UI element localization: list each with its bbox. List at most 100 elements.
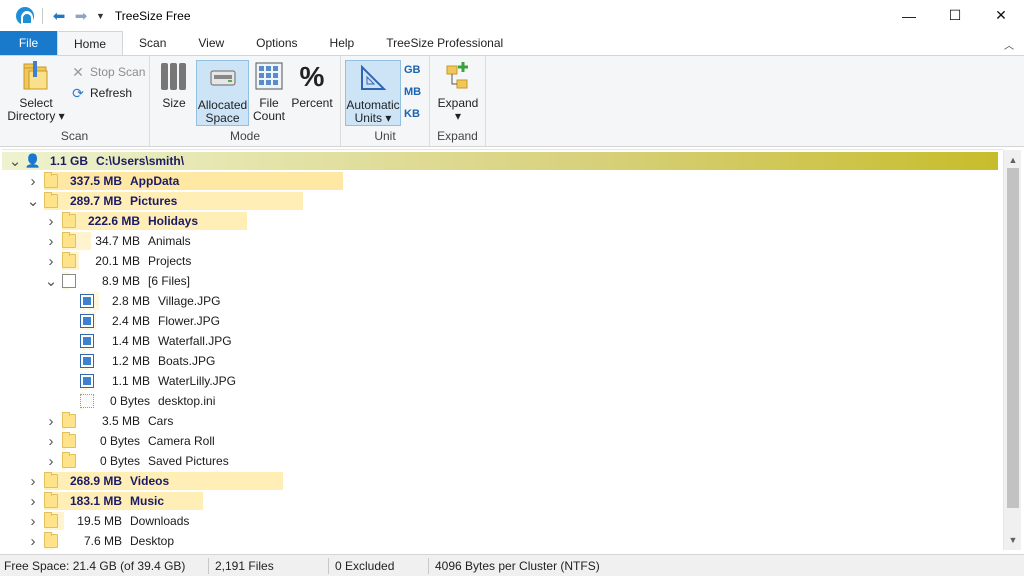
percent-button[interactable]: % Percent (291, 59, 333, 110)
tree-row[interactable]: › 183.1 MB Music (2, 491, 1003, 511)
item-size: 34.7 MB (95, 234, 140, 248)
tree-row-text: 1.4 MB Waterfall.JPG (100, 334, 232, 348)
directory-tree[interactable]: ⌄ 👤 1.1 GB C:\Users\smith\ › 337.5 MB AppData ⌄… (2, 149, 1003, 551)
tree-row-text: 8.9 MB [6 Files] (82, 274, 190, 288)
item-name: Saved Pictures (148, 454, 229, 468)
treesize-app-icon[interactable] (16, 6, 34, 25)
chevron-right-icon[interactable]: › (26, 173, 40, 190)
chevron-right-icon[interactable]: › (26, 533, 40, 550)
back-arrow-icon[interactable]: ⬅ (49, 7, 69, 25)
tree-row[interactable]: › 222.6 MB Holidays (2, 211, 1003, 231)
tree-row[interactable]: 1.1 MB WaterLilly.JPG (2, 371, 1003, 391)
tree-row[interactable]: ⌄ 👤 1.1 GB C:\Users\smith\ (2, 151, 1003, 171)
tree-row[interactable]: › 0 Bytes Saved Pictures (2, 451, 1003, 471)
tree-row-text: 268.9 MB Videos (64, 474, 169, 488)
minimize-button[interactable]: — (886, 0, 932, 31)
item-size: 2.4 MB (111, 314, 150, 328)
stop-scan-button[interactable]: ✕ Stop Scan (70, 64, 145, 80)
tree-row[interactable]: › 34.7 MB Animals (2, 231, 1003, 251)
folder-icon (62, 412, 76, 428)
refresh-button[interactable]: ⟳ Refresh (70, 85, 132, 101)
tab-file[interactable]: File (0, 31, 57, 55)
chevron-right-icon[interactable]: › (44, 453, 58, 470)
quick-access-dropdown-icon[interactable]: ▼ (96, 11, 105, 21)
tree-row-text: 0 Bytes Camera Roll (82, 434, 215, 448)
item-size: 222.6 MB (87, 214, 140, 228)
unit-kb-button[interactable]: KB (404, 108, 420, 120)
tree-row-text: 1.1 GB C:\Users\smith\ (50, 154, 184, 168)
chevron-right-icon[interactable]: › (44, 213, 58, 230)
tree-row-text: 20.1 MB Projects (82, 254, 191, 268)
item-name: desktop.ini (158, 394, 216, 408)
file-count-button[interactable]: File Count (253, 59, 285, 123)
percent-label: Percent (291, 96, 333, 110)
scroll-down-icon[interactable]: ▼ (1004, 532, 1022, 548)
chevron-right-icon[interactable]: › (26, 513, 40, 530)
size-mode-button[interactable]: Size (158, 59, 190, 110)
tree-row[interactable]: › 7.6 MB Desktop (2, 531, 1003, 551)
scrollbar-thumb[interactable] (1007, 168, 1019, 508)
tree-row[interactable]: 1.2 MB Boats.JPG (2, 351, 1003, 371)
tree-row[interactable]: › 19.5 MB Downloads (2, 511, 1003, 531)
tree-row[interactable]: 0 Bytes desktop.ini (2, 391, 1003, 411)
chevron-right-icon[interactable]: › (26, 473, 40, 490)
tree-row[interactable]: 2.8 MB Village.JPG (2, 291, 1003, 311)
maximize-button[interactable]: ☐ (932, 0, 978, 31)
settings-file-icon (80, 394, 94, 408)
tree-row[interactable]: › 268.9 MB Videos (2, 471, 1003, 491)
tab-treesize-professional[interactable]: TreeSize Professional (370, 31, 519, 55)
allocated-space-label-2: Space (205, 111, 240, 125)
tree-row[interactable]: 1.4 MB Waterfall.JPG (2, 331, 1003, 351)
refresh-label: Refresh (90, 86, 133, 100)
chevron-right-icon[interactable]: › (44, 253, 58, 270)
file-count-label-2: Count (252, 109, 286, 123)
tree-row[interactable]: › 3.5 MB Cars (2, 411, 1003, 431)
bars-icon (158, 59, 190, 93)
unit-mb-button[interactable]: MB (404, 86, 421, 98)
item-size: 0 Bytes (109, 394, 150, 408)
automatic-units-label-2: Units ▾ (354, 111, 392, 125)
chevron-right-icon[interactable]: › (44, 233, 58, 250)
item-size: 2.8 MB (111, 294, 150, 308)
tree-row[interactable]: › 20.1 MB Projects (2, 251, 1003, 271)
scan-group: Select Directory ▾ ✕ Stop Scan ⟳ Refresh… (0, 56, 150, 146)
allocated-space-button[interactable]: Allocated Space (196, 60, 249, 126)
files-group-icon (62, 274, 76, 288)
scroll-up-icon[interactable]: ▲ (1004, 152, 1022, 168)
tree-row-text: 7.6 MB Desktop (64, 534, 174, 548)
close-button[interactable]: ✕ (978, 0, 1024, 31)
status-bar: Free Space: 21.4 GB (of 39.4 GB) 2,191 F… (0, 554, 1024, 576)
tree-row[interactable]: › 0 Bytes Camera Roll (2, 431, 1003, 451)
chevron-down-icon[interactable]: ⌄ (8, 153, 22, 170)
item-name: Cars (148, 414, 174, 428)
tree-row[interactable]: › 337.5 MB AppData (2, 171, 1003, 191)
folder-icon (44, 512, 58, 528)
item-name: Animals (148, 234, 191, 248)
tree-row[interactable]: ⌄ 8.9 MB [6 Files] (2, 271, 1003, 291)
image-file-icon (80, 294, 94, 308)
automatic-units-button[interactable]: Automatic Units ▾ (345, 60, 401, 126)
vertical-scrollbar[interactable]: ▲ ▼ (1003, 150, 1021, 550)
unit-gb-button[interactable]: GB (404, 64, 421, 76)
chevron-right-icon[interactable]: › (26, 493, 40, 510)
forward-arrow-icon[interactable]: ➡ (71, 7, 91, 25)
tab-view[interactable]: View (182, 31, 240, 55)
expand-button[interactable]: Expand ▾ (434, 59, 482, 123)
chevron-right-icon[interactable]: › (44, 433, 58, 450)
chevron-down-icon[interactable]: ⌄ (26, 193, 40, 210)
tab-scan[interactable]: Scan (123, 31, 182, 55)
image-file-icon (80, 334, 94, 348)
item-size: 3.5 MB (101, 414, 140, 428)
tree-row[interactable]: ⌄ 289.7 MB Pictures (2, 191, 1003, 211)
tab-home[interactable]: Home (57, 31, 124, 55)
tab-help[interactable]: Help (314, 31, 371, 55)
select-directory-button[interactable]: Select Directory ▾ (6, 59, 66, 123)
tree-row[interactable]: 2.4 MB Flower.JPG (2, 311, 1003, 331)
tree-row-text: 289.7 MB Pictures (64, 194, 177, 208)
chevron-right-icon[interactable]: › (44, 413, 58, 430)
folder-icon (44, 172, 58, 188)
tab-options[interactable]: Options (240, 31, 313, 55)
chevron-down-icon[interactable]: ⌄ (44, 273, 58, 290)
ribbon-collapse-icon[interactable]: ︿ (1004, 37, 1014, 52)
item-size: 0 Bytes (99, 434, 140, 448)
